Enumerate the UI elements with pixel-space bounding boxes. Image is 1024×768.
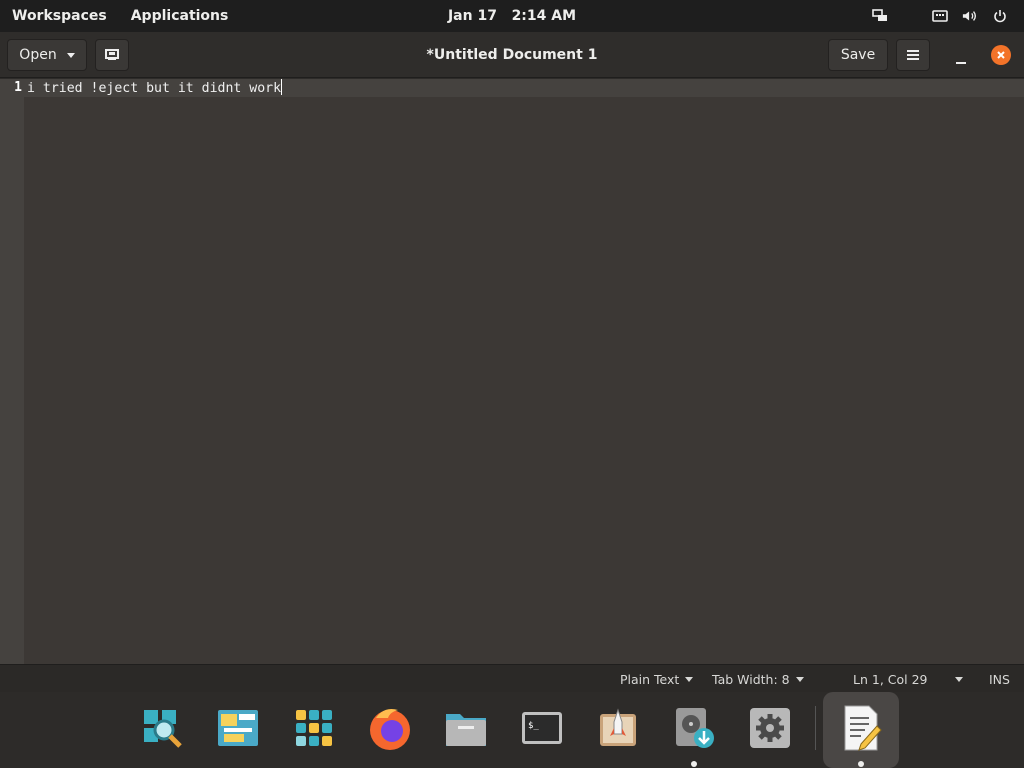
file-manager-icon[interactable] [442,704,490,752]
cursor-position-selector[interactable]: Ln 1, Col 29 [853,665,963,693]
chevron-down-icon [685,676,694,682]
running-indicator [858,761,864,767]
save-button[interactable]: Save [828,39,888,71]
template-button[interactable] [95,39,129,71]
applications-button[interactable]: Applications [131,8,229,24]
dock: $_ [0,692,1024,768]
clock-date: Jan 17 [447,8,497,24]
line-number: 1 [14,80,22,95]
close-button[interactable] [991,45,1011,65]
language-selector[interactable]: Plain Text [620,665,694,693]
headerbar: Open *Untitled Document 1 Save [0,32,1024,78]
power-icon[interactable] [992,8,1008,24]
chevron-down-icon [66,52,75,58]
close-icon [997,51,1005,59]
terminal-icon[interactable]: $_ [518,704,566,752]
app-center-icon[interactable] [594,704,642,752]
app-grid-icon[interactable] [290,704,338,752]
save-label: Save [840,47,876,63]
open-button[interactable]: Open [7,39,87,71]
settings-icon[interactable] [746,704,794,752]
clock-button[interactable]: Jan 17 2:14 AM [448,8,576,24]
language-label: Plain Text [620,671,680,687]
menu-button[interactable] [896,39,930,71]
tab-width-selector[interactable]: Tab Width: 8 [712,665,804,693]
search-app-icon[interactable] [138,704,186,752]
minimize-icon [956,62,966,64]
text-cursor [281,79,283,95]
text-line[interactable]: i tried !eject but it didnt work [27,79,283,97]
panel-tray [872,0,1008,32]
files-manager-icon[interactable] [214,704,262,752]
insert-mode-indicator: INS [989,665,1010,693]
network-icon[interactable] [872,8,888,24]
top-panel: Workspaces Applications Jan 17 2:14 AM [0,0,1024,32]
cursor-position-label: Ln 1, Col 29 [853,671,928,687]
keyboard-icon[interactable] [932,8,948,24]
disk-utility-icon[interactable] [670,704,718,752]
hamburger-icon [907,50,919,60]
volume-icon[interactable] [962,8,978,24]
dock-separator [815,706,816,750]
chevron-down-icon [955,676,963,682]
minimize-button[interactable] [954,45,968,65]
firefox-icon[interactable] [366,704,414,752]
clock-time: 2:14 AM [511,8,577,24]
insert-mode-label: INS [989,671,1010,687]
chevron-down-icon [795,676,804,682]
workspaces-button[interactable]: Workspaces [12,8,107,24]
tab-width-label: Tab Width: 8 [712,671,790,687]
text-editor-area[interactable]: 1 i tried !eject but it didnt work [0,79,1024,664]
template-icon [105,49,119,60]
statusbar: Plain Text Tab Width: 8 Ln 1, Col 29 INS [0,664,1024,692]
line-text: i tried !eject but it didnt work [27,81,282,96]
svg-text:$_: $_ [528,721,539,731]
open-label: Open [19,47,57,63]
text-editor-icon[interactable] [837,704,885,752]
panel-left: Workspaces Applications [0,8,228,24]
line-number-gutter: 1 [0,79,24,664]
running-indicator [691,761,697,767]
